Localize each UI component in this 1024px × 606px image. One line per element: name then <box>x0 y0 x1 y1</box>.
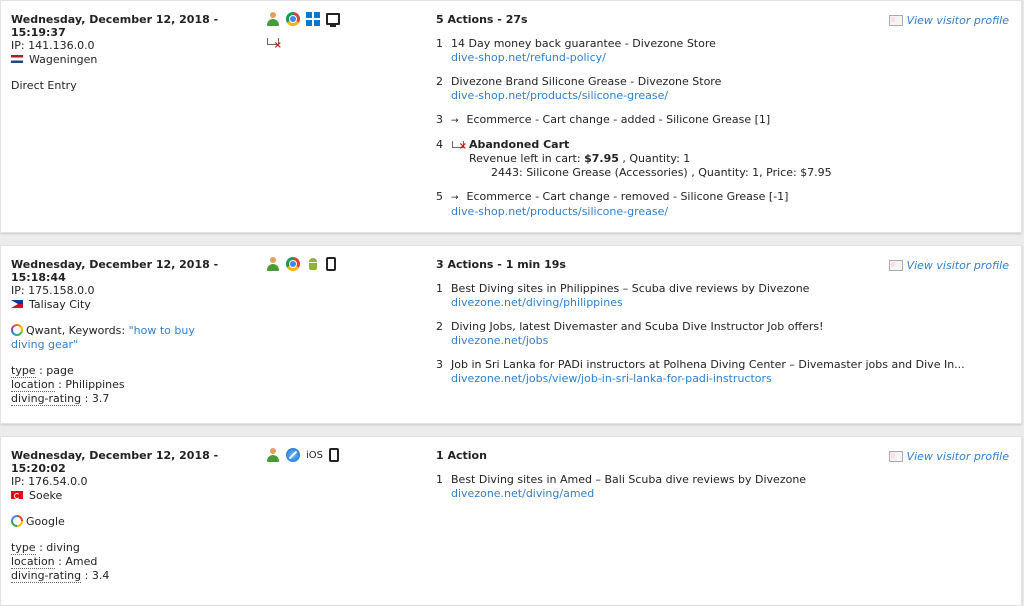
custom-dimension: location : Philippines <box>11 378 125 392</box>
philippines-flag-icon <box>11 300 23 308</box>
chrome-icon[interactable] <box>286 12 300 26</box>
visit-time: 15:20:02 <box>11 462 66 475</box>
cart-title: Abandoned Cart <box>469 138 570 151</box>
action-title: Job in Sri Lanka for PADi instructors at… <box>451 358 965 371</box>
qwant-icon <box>11 324 23 336</box>
visitor-profile-icon <box>888 14 903 26</box>
referrer: Google <box>11 515 231 529</box>
action-url[interactable]: divezone.net/jobs <box>451 334 996 348</box>
arrow-right-icon: → <box>451 116 459 126</box>
abandoned-cart-icon[interactable] <box>266 36 282 51</box>
action-url[interactable]: divezone.net/diving/philippines <box>451 296 996 310</box>
visitor-profile-icon <box>888 259 903 271</box>
visit-card: Wednesday, December 12, 2018 - 15:18:44 … <box>0 245 1022 424</box>
visit-card: Wednesday, December 12, 2018 - 15:20:02 … <box>0 436 1022 606</box>
netherlands-flag-icon <box>11 55 23 63</box>
android-icon[interactable] <box>306 257 320 271</box>
visit-info: Wednesday, December 12, 2018 - 15:18:44 … <box>11 258 231 406</box>
custom-dimension: diving-rating : 3.7 <box>11 392 110 406</box>
visitor-location: Talisay City <box>11 298 231 312</box>
turkey-flag-icon <box>11 491 23 499</box>
arrow-right-icon: → <box>451 193 459 203</box>
action-title: Diving Jobs, latest Divemaster and Scuba… <box>451 320 824 333</box>
visit-card: Wednesday, December 12, 2018 - 15:19:37 … <box>0 0 1022 233</box>
custom-dimension: type : diving <box>11 541 80 555</box>
action-title: Ecommerce - Cart change - added - Silico… <box>466 113 771 126</box>
visit-date: Wednesday, December 12, 2018 - <box>11 449 219 462</box>
chrome-icon[interactable] <box>286 257 300 271</box>
device-icons: iOS <box>266 448 366 462</box>
visit-time: 15:19:37 <box>11 26 66 39</box>
windows-icon[interactable] <box>306 12 320 26</box>
action-item: 1 Best Diving sites in Amed – Bali Scuba… <box>436 473 996 501</box>
smartphone-icon[interactable] <box>326 257 336 271</box>
action-title: Ecommerce - Cart change - removed - Sili… <box>466 190 789 203</box>
visit-info: Wednesday, December 12, 2018 - 15:19:37 … <box>11 13 231 93</box>
visitor-icon[interactable] <box>266 12 280 26</box>
cart-item: 2443: Silicone Grease (Accessories) , Qu… <box>491 166 832 179</box>
action-title: Best Diving sites in Philippines – Scuba… <box>451 282 810 295</box>
referrer: Qwant, Keywords: "how to buy diving gear… <box>11 324 195 351</box>
action-item-cart: 4 Abandoned Cart Revenue left in cart: $… <box>436 138 996 180</box>
action-item: 2 Divezone Brand Silicone Grease - Divez… <box>436 75 996 103</box>
action-url[interactable]: divezone.net/jobs/view/job-in-sri-lanka-… <box>451 372 996 386</box>
custom-dimension: type : page <box>11 364 74 378</box>
visitor-location: Soeke <box>11 489 231 503</box>
action-url[interactable]: dive-shop.net/products/silicone-grease/ <box>451 205 996 219</box>
visitor-ip: IP: 141.136.0.0 <box>11 39 95 52</box>
visit-info: Wednesday, December 12, 2018 - 15:20:02 … <box>11 449 231 583</box>
ios-label[interactable]: iOS <box>306 450 323 461</box>
action-item: 1 Best Diving sites in Philippines – Scu… <box>436 282 996 310</box>
action-item: 5 → Ecommerce - Cart change - removed - S… <box>436 190 996 219</box>
custom-dimension: diving-rating : 3.4 <box>11 569 110 583</box>
referrer: Direct Entry <box>11 79 77 92</box>
actions-list: 3 Actions - 1 min 19s 1 Best Diving site… <box>436 258 996 386</box>
visit-time: 15:18:44 <box>11 271 66 284</box>
visitor-profile-icon <box>888 450 903 462</box>
view-visitor-profile-link[interactable]: View visitor profile <box>888 14 1009 27</box>
action-title: Divezone Brand Silicone Grease - Divezon… <box>451 75 722 88</box>
action-item: 2 Diving Jobs, latest Divemaster and Scu… <box>436 320 996 348</box>
smartphone-icon[interactable] <box>329 448 339 462</box>
visitor-ip: IP: 176.54.0.0 <box>11 475 88 488</box>
custom-dimension: location : Amed <box>11 555 98 569</box>
device-icons <box>266 257 366 271</box>
cart-revenue: Revenue left in cart: $7.95 , Quantity: … <box>469 152 691 165</box>
action-item: 3 → Ecommerce - Cart change - added - Sil… <box>436 113 771 126</box>
google-icon <box>11 515 23 527</box>
visitor-icon[interactable] <box>266 257 280 271</box>
safari-icon[interactable] <box>286 448 300 462</box>
action-title: 14 Day money back guarantee - Divezone S… <box>451 37 716 50</box>
abandoned-cart-icon <box>451 139 467 154</box>
view-visitor-profile-link[interactable]: View visitor profile <box>888 259 1009 272</box>
view-visitor-profile-link[interactable]: View visitor profile <box>888 450 1009 463</box>
desktop-icon[interactable] <box>326 13 340 27</box>
device-icons <box>266 12 366 51</box>
actions-list: 5 Actions - 27s 1 14 Day money back guar… <box>436 13 996 219</box>
action-item: 3 Job in Sri Lanka for PADi instructors … <box>436 358 996 386</box>
action-url[interactable]: dive-shop.net/refund-policy/ <box>451 51 996 65</box>
visitor-location: Wageningen <box>11 53 231 67</box>
action-url[interactable]: divezone.net/diving/amed <box>451 487 996 501</box>
visitor-icon[interactable] <box>266 448 280 462</box>
visit-date: Wednesday, December 12, 2018 - <box>11 13 219 26</box>
action-title: Best Diving sites in Amed – Bali Scuba d… <box>451 473 807 486</box>
action-item: 1 14 Day money back guarantee - Divezone… <box>436 37 996 65</box>
action-url[interactable]: dive-shop.net/products/silicone-grease/ <box>451 89 996 103</box>
visitor-ip: IP: 175.158.0.0 <box>11 284 95 297</box>
visit-date: Wednesday, December 12, 2018 - <box>11 258 219 271</box>
